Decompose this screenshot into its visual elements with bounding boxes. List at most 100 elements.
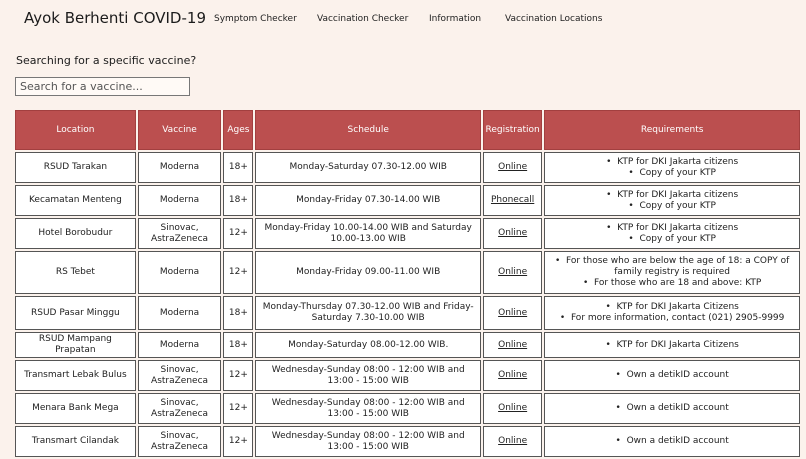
table-row: Hotel Borobudur Sinovac, AstraZeneca 12+… [15,218,800,249]
cell-registration: Online [482,360,543,391]
cell-ages: 12+ [223,426,254,457]
cell-requirements: For those who are below the age of 18: a… [544,251,800,294]
cell-location: Kecamatan Menteng [15,185,136,216]
header-registration: Registration [482,110,543,150]
cell-schedule: Wednesday-Sunday 08:00 - 12:00 WIB and 1… [255,426,481,457]
cell-schedule: Monday-Friday 07.30-14.00 WIB [255,185,481,216]
requirement-item: KTP for DKI Jakarta Citizens [548,302,796,313]
header-schedule: Schedule [255,110,481,150]
table-row: Transmart Cilandak Sinovac, AstraZeneca … [15,426,800,457]
table-header-row: Location Vaccine Ages Schedule Registrat… [15,110,800,150]
requirement-item: For more information, contact (021) 2905… [548,313,796,324]
cell-requirements: Own a detikID account [544,426,800,457]
cell-vaccine: Sinovac, AstraZeneca [137,426,222,457]
table-row: Kecamatan Menteng Moderna 18+ Monday-Fri… [15,185,800,216]
cell-schedule: Monday-Thursday 07.30-12.00 WIB and Frid… [255,296,481,330]
cell-ages: 18+ [223,185,254,216]
cell-ages: 18+ [223,332,254,358]
search-heading: Searching for a specific vaccine? [16,54,197,67]
header-requirements: Requirements [544,110,800,150]
cell-ages: 18+ [223,152,254,183]
requirement-item: KTP for DKI Jakarta citizens [548,157,796,168]
registration-link[interactable]: Online [498,267,527,277]
table-row: RSUD Mampang Prapatan Moderna 18+ Monday… [15,332,800,358]
cell-vaccine: Moderna [137,152,222,183]
registration-link[interactable]: Online [498,436,527,446]
cell-ages: 12+ [223,393,254,424]
nav-vaccination-locations[interactable]: Vaccination Locations [505,14,602,24]
registration-link[interactable]: Online [498,162,527,172]
cell-registration: Online [482,152,543,183]
vaccination-locations-table: Location Vaccine Ages Schedule Registrat… [13,108,802,459]
requirement-item: Copy of your KTP [548,234,796,245]
cell-requirements: KTP for DKI Jakarta citizens Copy of you… [544,185,800,216]
cell-schedule: Monday-Saturday 07.30-12.00 WIB [255,152,481,183]
cell-requirements: KTP for DKI Jakarta Citizens [544,332,800,358]
cell-location: RSUD Tarakan [15,152,136,183]
cell-requirements: Own a detikID account [544,393,800,424]
cell-ages: 12+ [223,251,254,294]
cell-schedule: Monday-Friday 09.00-11.00 WIB [255,251,481,294]
vaccine-search-input[interactable] [15,77,190,96]
cell-registration: Online [482,426,543,457]
registration-link[interactable]: Phonecall [491,195,534,205]
cell-location: Menara Bank Mega [15,393,136,424]
requirement-item: Own a detikID account [548,403,796,414]
table-row: RSUD Pasar Minggu Moderna 18+ Monday-Thu… [15,296,800,330]
cell-location: RSUD Mampang Prapatan [15,332,136,358]
cell-vaccine: Moderna [137,185,222,216]
cell-location: Transmart Lebak Bulus [15,360,136,391]
cell-schedule: Wednesday-Sunday 08:00 - 12:00 WIB and 1… [255,393,481,424]
requirement-item: Own a detikID account [548,436,796,447]
cell-registration: Online [482,251,543,294]
requirement-item: Copy of your KTP [548,201,796,212]
cell-location: RSUD Pasar Minggu [15,296,136,330]
brand-title[interactable]: Ayok Berhenti COVID-19 [24,9,206,27]
cell-vaccine: Sinovac, AstraZeneca [137,360,222,391]
table-row: RS Tebet Moderna 12+ Monday-Friday 09.00… [15,251,800,294]
table-row: Menara Bank Mega Sinovac, AstraZeneca 12… [15,393,800,424]
registration-link[interactable]: Online [498,228,527,238]
registration-link[interactable]: Online [498,403,527,413]
table-row: Transmart Lebak Bulus Sinovac, AstraZene… [15,360,800,391]
cell-registration: Online [482,393,543,424]
header-vaccine: Vaccine [137,110,222,150]
cell-requirements: KTP for DKI Jakarta citizens Copy of you… [544,218,800,249]
registration-link[interactable]: Online [498,308,527,318]
requirement-item: For those who are below the age of 18: a… [548,256,796,278]
registration-link[interactable]: Online [498,340,527,350]
header-ages: Ages [223,110,254,150]
cell-schedule: Monday-Friday 10.00-14.00 WIB and Saturd… [255,218,481,249]
cell-requirements: KTP for DKI Jakarta citizens Copy of you… [544,152,800,183]
cell-registration: Phonecall [482,185,543,216]
cell-location: RS Tebet [15,251,136,294]
cell-vaccine: Moderna [137,251,222,294]
registration-link[interactable]: Online [498,370,527,380]
nav-information[interactable]: Information [429,14,481,24]
table-row: RSUD Tarakan Moderna 18+ Monday-Saturday… [15,152,800,183]
requirement-item: For those who are 18 and above: KTP [548,278,796,289]
cell-ages: 18+ [223,296,254,330]
cell-registration: Online [482,218,543,249]
requirement-item: KTP for DKI Jakarta citizens [548,223,796,234]
cell-schedule: Wednesday-Sunday 08:00 - 12:00 WIB and 1… [255,360,481,391]
cell-location: Hotel Borobudur [15,218,136,249]
cell-requirements: Own a detikID account [544,360,800,391]
top-nav: Ayok Berhenti COVID-19 Symptom Checker V… [0,0,806,40]
cell-vaccine: Moderna [137,332,222,358]
requirement-item: KTP for DKI Jakarta citizens [548,190,796,201]
cell-vaccine: Sinovac, AstraZeneca [137,393,222,424]
cell-requirements: KTP for DKI Jakarta Citizens For more in… [544,296,800,330]
cell-vaccine: Moderna [137,296,222,330]
nav-symptom-checker[interactable]: Symptom Checker [214,14,297,24]
cell-registration: Online [482,296,543,330]
cell-registration: Online [482,332,543,358]
cell-ages: 12+ [223,218,254,249]
cell-ages: 12+ [223,360,254,391]
header-location: Location [15,110,136,150]
cell-schedule: Monday-Saturday 08.00-12.00 WIB. [255,332,481,358]
cell-vaccine: Sinovac, AstraZeneca [137,218,222,249]
cell-location: Transmart Cilandak [15,426,136,457]
requirement-item: Copy of your KTP [548,168,796,179]
nav-vaccination-checker[interactable]: Vaccination Checker [317,14,408,24]
